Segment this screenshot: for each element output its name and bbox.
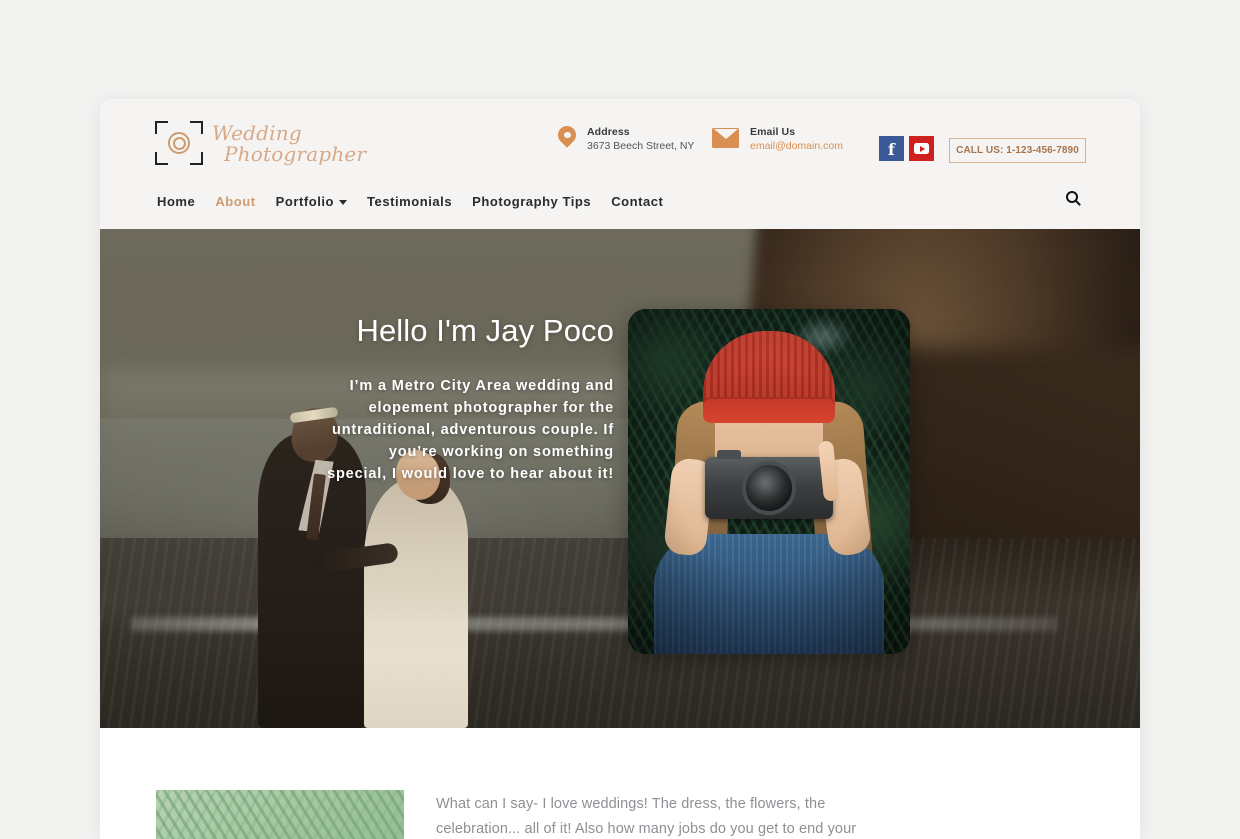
address-label: Address (587, 126, 630, 138)
youtube-icon[interactable] (909, 136, 934, 161)
about-thumbnail-image (156, 790, 404, 839)
about-section: What can I say- I love weddings! The dre… (100, 728, 1140, 839)
email-link[interactable]: email@domain.com (750, 139, 843, 154)
site-header: Wedding Photographer Address 3673 Beech … (100, 99, 1140, 229)
nav-label: Home (157, 193, 196, 209)
envelope-icon (712, 128, 739, 148)
logo-line-2: Photographer (224, 141, 367, 166)
main-navigation: Home About Portfolio Testimonials Photog… (157, 181, 663, 221)
header-address-block: Address 3673 Beech Street, NY (558, 125, 694, 154)
nav-label: Contact (611, 193, 664, 209)
photographer-portrait-image (628, 309, 910, 654)
nav-item-portfolio[interactable]: Portfolio (275, 193, 348, 209)
hero-title: Hello I'm Jay Poco (356, 313, 614, 348)
header-top-bar: Wedding Photographer Address 3673 Beech … (100, 99, 1140, 181)
email-label: Email Us (750, 126, 796, 138)
facebook-icon[interactable]: f (879, 136, 904, 161)
hero-copy: Hello I'm Jay Poco I’m a Metro City Area… (324, 313, 614, 485)
site-logo[interactable]: Wedding Photographer (155, 121, 366, 165)
hero-subtitle: I’m a Metro City Area wedding and elopem… (327, 378, 614, 482)
browser-window: Wedding Photographer Address 3673 Beech … (100, 99, 1140, 839)
search-icon[interactable] (1060, 185, 1084, 209)
nav-item-photography-tips[interactable]: Photography Tips (472, 194, 591, 209)
logo-wordmark: Wedding Photographer (212, 122, 366, 164)
nav-item-home[interactable]: Home (157, 194, 195, 209)
hero-section: Hello I'm Jay Poco I’m a Metro City Area… (100, 229, 1140, 728)
nav-item-testimonials[interactable]: Testimonials (367, 194, 452, 209)
camera-frame-lens-icon (155, 121, 203, 165)
nav-bar: Home About Portfolio Testimonials Photog… (100, 181, 1140, 229)
nav-item-about[interactable]: About (215, 194, 255, 209)
nav-label: About (215, 193, 256, 209)
call-us-button[interactable]: CALL US: 1-123-456-7890 (949, 138, 1086, 163)
nav-label: Photography Tips (472, 193, 592, 209)
about-paragraph: What can I say- I love weddings! The dre… (436, 796, 857, 837)
social-links: f (879, 136, 934, 161)
chevron-down-icon (339, 199, 348, 205)
address-value: 3673 Beech Street, NY (587, 140, 695, 153)
map-pin-icon (558, 126, 576, 152)
header-email-block: Email Us email@domain.com (712, 125, 843, 154)
nav-label: Portfolio (275, 193, 335, 209)
nav-item-contact[interactable]: Contact (611, 194, 663, 209)
nav-label: Testimonials (367, 193, 453, 209)
